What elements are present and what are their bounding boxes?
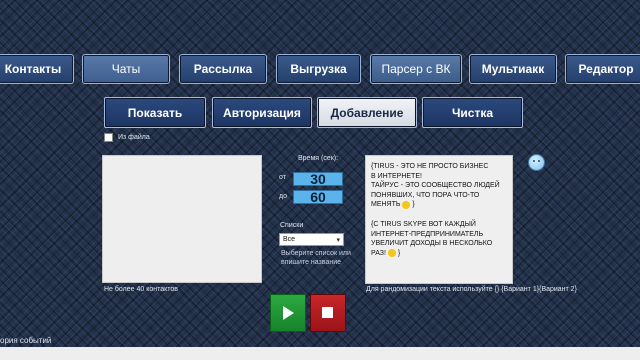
message-line-end: } — [412, 201, 415, 209]
message-line-text: раз! — [371, 249, 386, 257]
subtab-show[interactable]: Показать — [104, 97, 206, 128]
grin-emoji-icon — [387, 248, 396, 257]
contacts-limit-note: Не более 40 контактов — [104, 286, 178, 293]
message-gap — [371, 210, 508, 220]
tab-editor[interactable]: Редактор — [565, 54, 640, 84]
contacts-textarea[interactable] — [102, 155, 262, 283]
smile-emoji-icon — [402, 200, 411, 209]
time-from-input[interactable]: 30 — [293, 171, 343, 187]
message-line-end: } — [397, 249, 401, 257]
from-file-label: Из файла — [118, 134, 150, 141]
tab-chats[interactable]: Чаты — [82, 54, 170, 84]
time-to-input[interactable]: 60 — [293, 189, 343, 205]
from-file-checkbox[interactable] — [104, 133, 113, 142]
tab-vk-parser[interactable]: Парсер с ВК — [370, 54, 462, 84]
lists-select[interactable]: Все ▾ — [279, 233, 344, 246]
randomize-note: Для рандомизации текста используйте {} {… — [366, 286, 577, 293]
stop-button[interactable] — [310, 294, 346, 332]
message-line: в интернете! — [371, 172, 422, 180]
time-from-label: от — [279, 174, 286, 181]
subtab-clean[interactable]: Чистка — [422, 97, 523, 128]
message-line: интернет-предприниматель — [371, 230, 484, 238]
tab-export[interactable]: Выгрузка — [276, 54, 361, 84]
subtab-add[interactable]: Добавление — [317, 97, 417, 128]
tab-mailing[interactable]: Рассылка — [179, 54, 267, 84]
lists-select-value: Все — [283, 236, 296, 243]
from-file-option[interactable]: Из файла — [104, 133, 150, 142]
message-line: увеличит доходы в несколько — [371, 240, 493, 248]
message-textarea[interactable]: {TIRUS - это не просто бизнес в интернет… — [365, 155, 513, 284]
lists-hint: Выберите список или впишите название — [281, 250, 351, 266]
subtab-authorization[interactable]: Авторизация — [212, 97, 312, 128]
emoji-picker-icon[interactable] — [528, 154, 545, 171]
sub-nav: Показать Авторизация Добавление Чистка — [0, 97, 640, 129]
tab-multiaccount[interactable]: Мультиакк — [469, 54, 557, 84]
event-log-label: ория событий — [0, 336, 52, 345]
message-line: понявших, что пора что-то — [371, 191, 480, 199]
tab-contacts[interactable]: Контакты — [0, 54, 74, 84]
message-line: менять } — [371, 200, 508, 210]
message-line: {TIRUS - это не просто бизнес — [371, 163, 489, 170]
lists-label: Списки — [280, 222, 304, 229]
event-log-panel — [0, 347, 640, 360]
start-button[interactable] — [270, 294, 306, 332]
message-line: Тайрус - это сообщество людей — [371, 182, 500, 190]
chevron-down-icon: ▾ — [336, 237, 340, 244]
message-line: {С Tirus Skype вот каждый — [371, 220, 476, 228]
time-label: Время (сек): — [298, 155, 339, 162]
main-nav: Контакты Чаты Рассылка Выгрузка Парсер с… — [0, 54, 640, 88]
time-to-label: до — [279, 193, 287, 200]
message-line-text: менять — [371, 201, 401, 209]
message-line: раз! } — [371, 248, 508, 259]
